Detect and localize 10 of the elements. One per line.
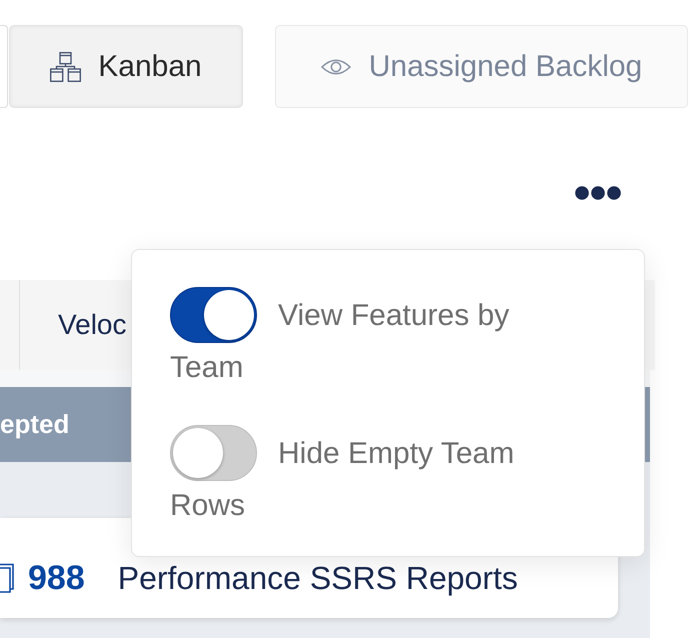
hierarchy-icon: [50, 52, 82, 82]
feature-title: Performance SSRS Reports: [118, 562, 518, 594]
eye-icon: [320, 56, 351, 76]
feature-id-link[interactable]: 988: [28, 561, 85, 595]
ellipsis-icon[interactable]: [575, 186, 621, 200]
document-icon: [0, 563, 14, 593]
tab[interactable]: Veloc: [20, 280, 131, 370]
unassigned-backlog-button[interactable]: Unassigned Backlog: [275, 25, 688, 108]
view-button[interactable]: Kanban: [9, 25, 243, 108]
toggle-option[interactable]: View Features by Team: [170, 287, 559, 389]
